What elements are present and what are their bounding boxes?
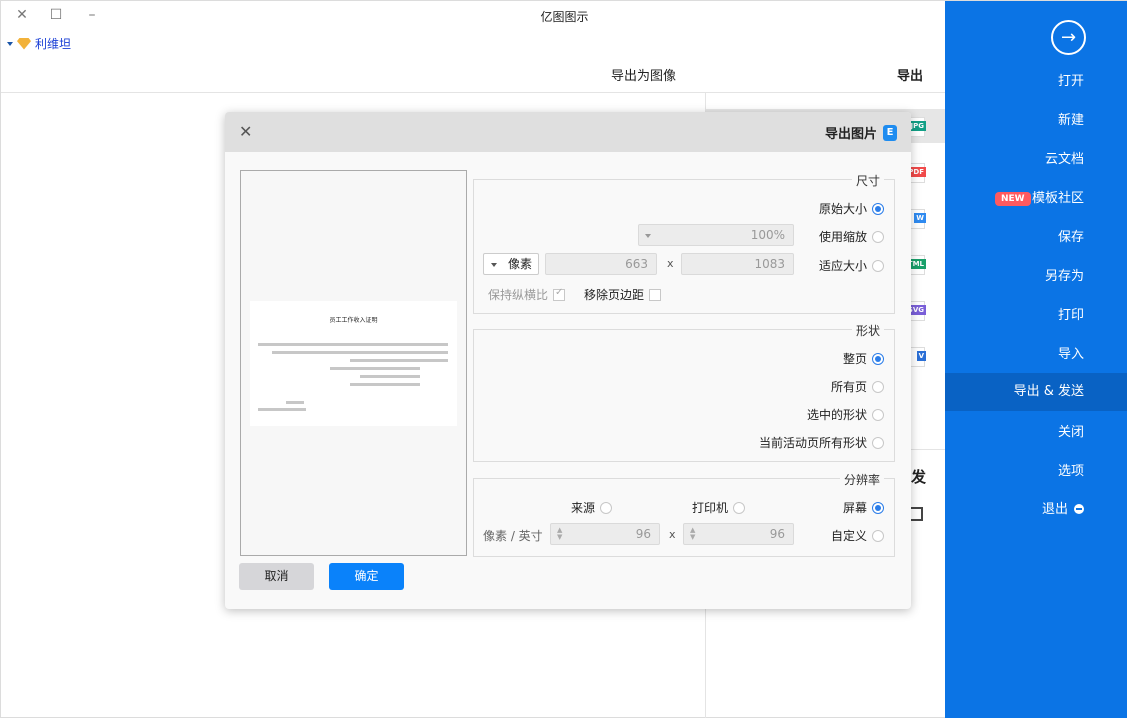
new-badge: NEW bbox=[995, 192, 1031, 206]
keep-ratio-checkbox[interactable]: 保持纵横比 bbox=[488, 286, 566, 303]
stepper-arrows-icon[interactable]: ▲ ▼ bbox=[690, 527, 695, 541]
sidebar-item-exit[interactable]: 退出 bbox=[945, 491, 1127, 529]
zoom-select[interactable]: 100% bbox=[638, 224, 794, 246]
sidebar-item-import[interactable]: 导入 bbox=[945, 336, 1127, 374]
dpi-x-stepper[interactable]: ▲ ▼ 96 bbox=[683, 523, 794, 545]
user-name: 利维坦 bbox=[35, 37, 72, 51]
radio-indicator bbox=[872, 259, 884, 272]
ok-button[interactable]: 确定 bbox=[329, 563, 404, 590]
sidebar-item-close[interactable]: 关闭 bbox=[945, 414, 1127, 452]
chevron-down-icon bbox=[7, 41, 13, 46]
checkbox-indicator bbox=[553, 287, 566, 301]
dpi-y-stepper[interactable]: ▲ ▼ 96 bbox=[550, 523, 660, 545]
radio-indicator bbox=[872, 352, 884, 365]
chevron-down-icon bbox=[491, 263, 497, 267]
export-image-dialog: ✕ 导出图片 E 员工工作收入证明 尺寸 原始大小 使用缩放 适应大小 100%… bbox=[225, 112, 911, 609]
sidebar-item-open[interactable]: 打开 bbox=[945, 63, 1127, 101]
radio-indicator bbox=[733, 501, 746, 514]
send-section-title: 发 bbox=[911, 468, 927, 486]
remove-margin-checkbox[interactable]: 移除页边距 bbox=[584, 286, 662, 303]
size-group: 尺寸 原始大小 使用缩放 适应大小 100% 1083 x 663 像素 移除页… bbox=[473, 172, 895, 314]
close-icon: ✕ bbox=[239, 122, 253, 141]
radio-indicator bbox=[872, 408, 884, 421]
preview-pane: 员工工作收入证明 bbox=[240, 170, 467, 556]
back-button[interactable]: → bbox=[1051, 20, 1086, 55]
dialog-close-button[interactable]: ✕ bbox=[239, 122, 252, 141]
radio-all-pages[interactable]: 所有页 bbox=[831, 378, 884, 395]
shape-group: 形状 整页 所有页 选中的形状 当前活动页所有形状 bbox=[473, 322, 895, 462]
cancel-button[interactable]: 取消 bbox=[239, 563, 314, 590]
radio-use-zoom[interactable]: 使用缩放 bbox=[819, 228, 884, 245]
times-label: x bbox=[667, 257, 674, 270]
exit-icon bbox=[1074, 504, 1084, 514]
radio-indicator bbox=[872, 202, 884, 215]
sidebar-item-template-community[interactable]: NEW 模板社区 bbox=[945, 180, 1127, 218]
preview-text-line bbox=[258, 408, 306, 411]
sidebar: → 打开 新建 云文档 NEW 模板社区 保存 另存为 打印 导入 导出 & 发… bbox=[945, 1, 1127, 718]
radio-printer[interactable]: 打印机 bbox=[692, 499, 746, 516]
arrow-right-icon: → bbox=[1060, 27, 1077, 48]
resolution-legend: 分辨率 bbox=[839, 471, 884, 488]
shape-legend: 形状 bbox=[851, 322, 884, 339]
preview-text-line bbox=[286, 401, 304, 404]
email-icon[interactable] bbox=[909, 507, 923, 521]
preview-text-line bbox=[272, 351, 448, 354]
unit-select[interactable]: 像素 bbox=[483, 253, 539, 275]
resolution-group: 分辨率 屏幕 打印机 来源 自定义 ▲ ▼ 96 x ▲ ▼ 96 像素 / 英… bbox=[473, 471, 895, 557]
radio-indicator bbox=[872, 230, 884, 243]
sidebar-item-options[interactable]: 选项 bbox=[945, 453, 1127, 491]
size-legend: 尺寸 bbox=[851, 172, 884, 189]
user-menu[interactable]: 利维坦 bbox=[7, 35, 71, 52]
radio-whole-page[interactable]: 整页 bbox=[843, 350, 884, 367]
radio-indicator bbox=[872, 529, 884, 542]
radio-selected-shapes[interactable]: 选中的形状 bbox=[807, 406, 884, 423]
radio-fit-size[interactable]: 适应大小 bbox=[819, 257, 884, 274]
sidebar-item-export-send[interactable]: 导出 & 发送 bbox=[945, 373, 1127, 411]
vip-diamond-icon bbox=[17, 37, 31, 50]
dpi-unit-label: 像素 / 英寸 bbox=[483, 529, 543, 543]
preview-text-line bbox=[350, 359, 448, 362]
subsection-title: 导出为图像 bbox=[611, 69, 677, 84]
divider bbox=[1, 92, 945, 93]
preview-text-line bbox=[258, 343, 448, 346]
sidebar-item-cloud-docs[interactable]: 云文档 bbox=[945, 141, 1127, 179]
radio-indicator bbox=[872, 436, 884, 449]
preview-text-line bbox=[360, 375, 420, 378]
preview-doc-title: 员工工作收入证明 bbox=[329, 317, 378, 324]
chevron-down-icon bbox=[645, 234, 651, 238]
sidebar-item-print[interactable]: 打印 bbox=[945, 297, 1127, 335]
radio-indicator bbox=[872, 501, 884, 514]
radio-current-page-shapes[interactable]: 当前活动页所有形状 bbox=[759, 434, 884, 451]
width-input[interactable]: 1083 bbox=[681, 253, 794, 275]
preview-text-line bbox=[350, 383, 420, 386]
dialog-title: 导出图片 E bbox=[825, 123, 897, 142]
radio-source[interactable]: 来源 bbox=[571, 499, 613, 516]
radio-original-size[interactable]: 原始大小 bbox=[819, 200, 884, 217]
app-window: ✕ ☐ – 亿图图示 利维坦 导出 导出为图像 JPG PDF W HTML S… bbox=[0, 0, 1127, 718]
sidebar-item-save[interactable]: 保存 bbox=[945, 219, 1127, 257]
app-logo-icon: E bbox=[883, 124, 897, 141]
times-label: x bbox=[669, 528, 676, 541]
radio-indicator bbox=[872, 380, 884, 393]
radio-screen[interactable]: 屏幕 bbox=[843, 499, 884, 516]
preview-page: 员工工作收入证明 bbox=[250, 301, 457, 426]
radio-custom[interactable]: 自定义 bbox=[831, 527, 884, 544]
height-input[interactable]: 663 bbox=[545, 253, 657, 275]
checkbox-indicator bbox=[649, 288, 662, 301]
sidebar-item-new[interactable]: 新建 bbox=[945, 102, 1127, 140]
dialog-header: ✕ 导出图片 E bbox=[225, 112, 911, 152]
section-title: 导出 bbox=[897, 69, 924, 84]
preview-text-line bbox=[330, 367, 420, 370]
stepper-arrows-icon[interactable]: ▲ ▼ bbox=[557, 527, 562, 541]
radio-indicator bbox=[600, 501, 613, 514]
sidebar-item-save-as[interactable]: 另存为 bbox=[945, 258, 1127, 296]
